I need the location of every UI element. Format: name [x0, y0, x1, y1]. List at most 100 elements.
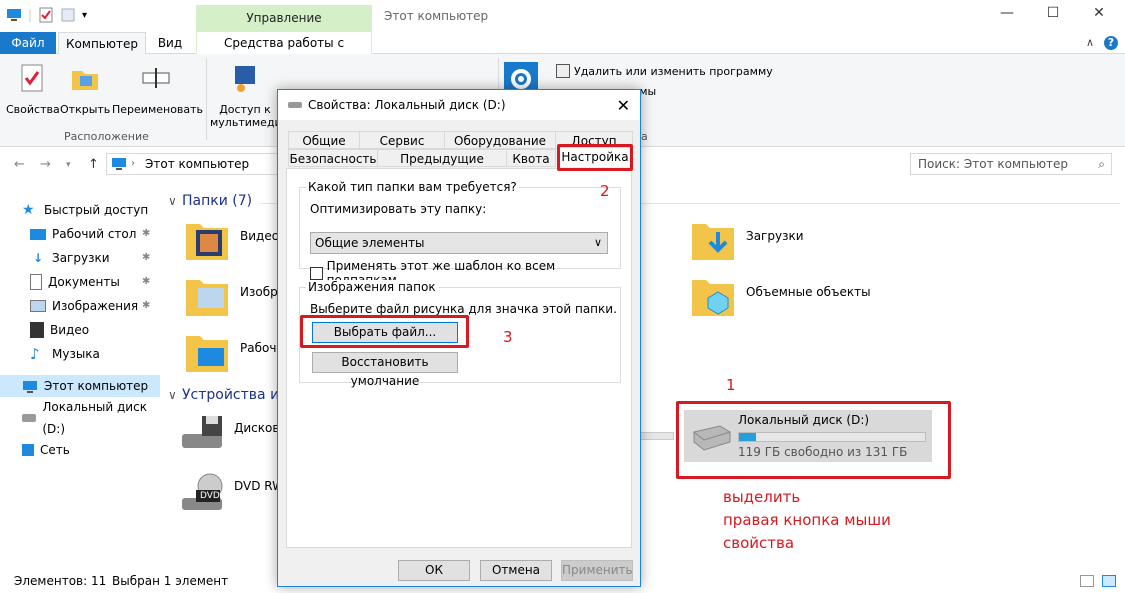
rename-button[interactable]: Переименовать [112, 62, 204, 116]
properties-check-icon[interactable] [38, 7, 54, 23]
chevron-down-icon: ∨ [593, 236, 602, 249]
star-icon: ★ [22, 202, 35, 218]
sidebar-item-label: Документы [48, 275, 120, 289]
back-icon[interactable]: ← [14, 157, 25, 172]
pin-icon[interactable]: ✱ [142, 300, 150, 311]
device-floppy[interactable]: Дисково [178, 412, 287, 458]
dialog-close-button[interactable]: ✕ [617, 96, 630, 115]
checkbox-box [310, 266, 323, 280]
open-button[interactable]: Открыть [60, 62, 110, 116]
folder-type-group: Какой тип папки вам требуется? Оптимизир… [299, 180, 621, 287]
device-dvd[interactable]: DVD RW [178, 470, 284, 516]
network-icon [22, 444, 34, 456]
film-icon [30, 322, 44, 338]
tab-hardware[interactable]: Оборудование [444, 131, 556, 149]
ok-button[interactable]: ОК [398, 560, 470, 581]
up-icon[interactable]: ↑ [88, 157, 99, 172]
uninstall-label: Удалить или изменить программу [574, 64, 773, 78]
sidebar-item-documents[interactable]: Документы [30, 271, 120, 293]
address-chevron-icon[interactable]: › [131, 154, 135, 174]
blank-doc-icon[interactable] [60, 7, 76, 23]
optimize-value: Общие элементы [315, 236, 425, 250]
collapse-chevron-icon[interactable]: ∨ [168, 194, 177, 208]
restore-default-button[interactable]: Восстановить умолчание [312, 352, 458, 388]
tab-computer[interactable]: Компьютер [58, 32, 146, 54]
objects-3d-folder-icon [692, 280, 734, 316]
folder-3d-objects[interactable]: Объемные объекты [690, 274, 871, 320]
open-folder-icon [72, 71, 98, 90]
collapse-chevron-icon[interactable]: ∨ [168, 388, 177, 402]
group-location-label: Расположение [64, 130, 149, 143]
minimize-button[interactable]: — [984, 5, 1030, 27]
sidebar-item-images[interactable]: Изображения [30, 295, 138, 317]
sidebar-item-local-disk[interactable]: Локальный диск (D:) [22, 400, 160, 436]
sidebar-item-network[interactable]: Сеть [22, 439, 70, 461]
recent-dropdown-icon[interactable]: ▾ [66, 160, 71, 170]
cancel-button[interactable]: Отмена [480, 560, 552, 581]
sidebar-item-downloads[interactable]: ↓ Загрузки [30, 247, 110, 269]
choose-file-desc: Выберите файл рисунка для значка этой па… [310, 302, 617, 316]
tab-disk-tools[interactable]: Средства работы с дисками [196, 32, 372, 72]
apply-button[interactable]: Применить [561, 560, 633, 581]
sidebar-item-quick-access[interactable]: ★ Быстрый доступ [22, 199, 148, 221]
close-button[interactable]: ✕ [1076, 5, 1122, 27]
tab-quota[interactable]: Квота [506, 149, 556, 167]
tab-security[interactable]: Безопасность [288, 149, 378, 167]
folder-desktop[interactable]: Рабочий [184, 330, 292, 376]
tab-file[interactable]: Файл [0, 32, 56, 54]
uninstall-icon [556, 64, 570, 78]
documents-icon [30, 274, 42, 290]
tab-general[interactable]: Общие [288, 131, 360, 149]
context-group-manage: Управление [196, 5, 372, 32]
sidebar-item-desktop[interactable]: Рабочий стол [30, 223, 136, 245]
tab-view[interactable]: Вид [150, 32, 190, 54]
folder-type-legend: Какой тип папки вам требуется? [306, 180, 519, 194]
sidebar-item-video[interactable]: Видео [30, 319, 89, 341]
open-label: Открыть [60, 103, 111, 116]
pin-icon[interactable]: ✱ [142, 228, 150, 239]
qat-dropdown-icon[interactable]: ▾ [82, 10, 87, 21]
details-view-icon[interactable] [1080, 575, 1094, 587]
forward-icon[interactable]: → [40, 157, 51, 172]
navigation-pane: ★ Быстрый доступ Рабочий стол ✱ ↓ Загруз… [0, 190, 160, 570]
images-folder-icon [186, 280, 228, 316]
folder-video[interactable]: Видео [184, 218, 279, 264]
annotation-line-select: выделить [723, 488, 801, 506]
media-access-label-1: Доступ к [219, 103, 271, 116]
tab-previous-versions[interactable]: Предыдущие версии [377, 149, 507, 184]
maximize-button[interactable]: ☐ [1030, 5, 1076, 27]
sidebar-item-label: Изображения [52, 299, 139, 313]
properties-button[interactable]: Свойства [6, 62, 60, 116]
rename-label: Переименовать [112, 103, 204, 116]
pin-icon[interactable]: ✱ [142, 252, 150, 263]
computer-icon[interactable] [6, 7, 22, 23]
downloads-folder-icon [692, 224, 734, 260]
pin-icon[interactable]: ✱ [142, 276, 150, 287]
folder-downloads[interactable]: Загрузки [690, 218, 804, 264]
help-icon[interactable]: ? [1104, 36, 1118, 50]
folder-label: Видео [240, 229, 280, 243]
drive-small-icon [288, 102, 302, 108]
rename-icon [142, 68, 170, 88]
large-icons-view-icon[interactable] [1102, 575, 1116, 587]
search-input[interactable]: Поиск: Этот компьютер ⌕ [910, 153, 1112, 175]
tab-service[interactable]: Сервис [359, 131, 445, 149]
address-bar[interactable]: › Этот компьютер [106, 153, 286, 175]
address-path: Этот компьютер [145, 157, 250, 171]
section-folders[interactable]: Папки (7) [182, 193, 252, 209]
separator: | [28, 8, 33, 22]
sidebar-item-music[interactable]: ♪ Музыка [30, 343, 100, 365]
optimize-select[interactable]: Общие элементы ∨ [310, 232, 608, 254]
sidebar-item-label: Сеть [40, 443, 70, 457]
title-bar: | ▾ Управление Этот компьютер — ☐ ✕ [0, 0, 1125, 32]
uninstall-program-button[interactable]: Удалить или изменить программу [556, 64, 773, 78]
window-title: Этот компьютер [384, 9, 489, 23]
ribbon-separator [206, 58, 207, 140]
annotation-line-right-click: правая кнопка мыши [723, 511, 891, 529]
drive-icon [22, 414, 37, 422]
annotation-line-properties: свойства [723, 534, 795, 552]
collapse-ribbon-icon[interactable]: ∧ [1086, 36, 1094, 49]
sidebar-item-this-pc[interactable]: Этот компьютер [0, 375, 160, 397]
media-access-button[interactable]: Доступ к мультимеди [210, 62, 282, 129]
folder-label: Объемные объекты [746, 285, 871, 299]
